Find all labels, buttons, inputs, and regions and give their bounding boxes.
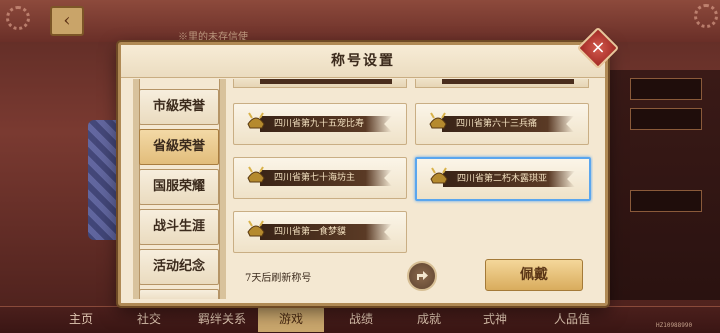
background-hint: ※里的未存信使 xyxy=(178,32,248,43)
refresh-notice: 7天后刷新称号 xyxy=(245,273,312,284)
samurai-helmet-icon xyxy=(429,112,447,129)
top-bar xyxy=(0,0,720,42)
nav-item-shikigami[interactable]: 式神 xyxy=(470,306,520,332)
nav-item-bonds[interactable]: 羁绊关系 xyxy=(186,306,258,332)
title-label: 四川省第七十海坊主 xyxy=(274,173,356,183)
title-ribbon: 四川省第一食梦貘 xyxy=(260,224,392,240)
nav-item-character-value[interactable]: 人品值 xyxy=(540,306,604,332)
title-label: 四川省第九十五宠比寿 xyxy=(274,119,365,129)
wear-button[interactable]: 佩戴 xyxy=(485,259,583,291)
close-icon: × xyxy=(590,37,606,58)
title-ribbon xyxy=(260,79,392,84)
sidebar-item-battle-career[interactable]: 战斗生涯 xyxy=(139,209,219,245)
sidebar-item-national-glory[interactable]: 国服荣耀 xyxy=(139,169,219,205)
title-settings-dialog: 称号设置 市級荣誉 省級荣誉 国服荣耀 战斗生涯 活动纪念 四川省第九十五宠比寿… xyxy=(118,42,608,306)
version-label: HZ10988990 xyxy=(656,322,693,329)
category-sidebar: 市級荣誉 省級荣誉 国服荣耀 战斗生涯 活动纪念 xyxy=(131,79,227,299)
sidebar-item-city-honor[interactable]: 市級荣誉 xyxy=(139,89,219,125)
background-row xyxy=(630,108,702,130)
title-label: 四川省第一食梦貘 xyxy=(274,227,347,237)
sidebar-rail xyxy=(219,79,226,299)
nav-item-game[interactable]: 游戏 xyxy=(258,306,324,332)
sidebar-item-more[interactable] xyxy=(139,289,219,299)
background-right-panel xyxy=(598,70,720,300)
title-label: 四川省第二朽木露琪亚 xyxy=(457,174,548,184)
title-ribbon: 四川省第九十五宠比寿 xyxy=(260,116,392,132)
back-button[interactable]: ‹ xyxy=(50,6,84,36)
title-card-partial[interactable] xyxy=(233,79,407,88)
background-row xyxy=(630,78,702,100)
title-label: 四川省第六十三兵痛 xyxy=(456,119,538,129)
dialog-title: 称号设置 xyxy=(331,53,395,69)
title-card[interactable]: 四川省第一食梦貘 xyxy=(233,211,407,253)
title-card-selected[interactable]: 四川省第二朽木露琪亚 xyxy=(415,157,591,201)
title-card-partial[interactable] xyxy=(415,79,589,88)
title-card[interactable]: 四川省第七十海坊主 xyxy=(233,157,407,199)
samurai-helmet-icon xyxy=(247,220,265,237)
share-icon xyxy=(417,271,428,280)
decor-gear-icon xyxy=(6,6,30,30)
background-row xyxy=(630,190,702,212)
nav-item-social[interactable]: 社交 xyxy=(124,306,174,332)
decor-gear-icon xyxy=(694,4,718,28)
nav-item-home[interactable]: 主页 xyxy=(56,306,106,332)
nav-item-achievement[interactable]: 成就 xyxy=(404,306,454,332)
samurai-helmet-icon xyxy=(430,167,448,184)
sidebar-item-event-memorial[interactable]: 活动纪念 xyxy=(139,249,219,285)
title-ribbon: 四川省第二朽木露琪亚 xyxy=(443,171,575,187)
title-list: 四川省第九十五宠比寿 四川省第六十三兵痛 四川省第七十海坊主 四川省第二朽木露琪… xyxy=(231,79,593,264)
sidebar-item-province-honor[interactable]: 省級荣誉 xyxy=(139,129,219,165)
samurai-helmet-icon xyxy=(247,112,265,129)
share-button[interactable] xyxy=(407,261,437,291)
samurai-helmet-icon xyxy=(247,166,265,183)
title-ribbon xyxy=(442,79,574,84)
back-arrow-icon: ‹ xyxy=(63,10,71,31)
title-card[interactable]: 四川省第六十三兵痛 xyxy=(415,103,589,145)
title-ribbon: 四川省第六十三兵痛 xyxy=(442,116,574,132)
nav-item-record[interactable]: 战绩 xyxy=(336,306,386,332)
title-card[interactable]: 四川省第九十五宠比寿 xyxy=(233,103,407,145)
title-ribbon: 四川省第七十海坊主 xyxy=(260,170,392,186)
